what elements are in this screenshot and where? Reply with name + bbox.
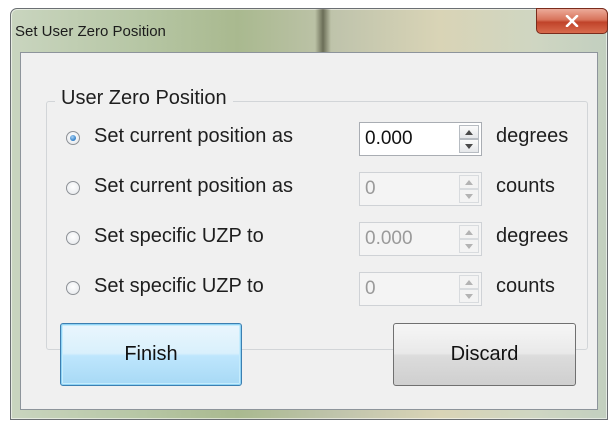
spinbox-current-degrees[interactable]: 0.000	[359, 122, 482, 156]
chevron-up-icon	[465, 229, 473, 235]
discard-button[interactable]: Discard	[393, 323, 576, 386]
spinbox-value-current-counts[interactable]: 0	[365, 178, 376, 200]
spinbox-value-current-degrees[interactable]: 0.000	[365, 128, 413, 150]
spin-down-button[interactable]	[459, 189, 479, 203]
window-title: Set User Zero Position	[15, 23, 166, 40]
spin-up-button[interactable]	[459, 125, 479, 139]
spinbox-value-specific-degrees[interactable]: 0.000	[365, 228, 413, 250]
radio-specific-degrees[interactable]	[66, 231, 80, 245]
option-label-specific-degrees[interactable]: Set specific UZP to	[94, 225, 264, 248]
close-icon	[565, 15, 579, 27]
spin-down-button[interactable]	[459, 139, 479, 153]
chevron-down-icon	[465, 143, 473, 149]
spin-buttons	[459, 275, 479, 303]
unit-label-degrees: degrees	[496, 125, 569, 147]
finish-button[interactable]: Finish	[60, 323, 242, 386]
spin-up-button[interactable]	[459, 175, 479, 189]
chevron-up-icon	[465, 279, 473, 285]
unit-label-degrees: degrees	[496, 225, 569, 247]
chevron-down-icon	[465, 293, 473, 299]
option-label-current-counts[interactable]: Set current position as	[94, 175, 293, 198]
spin-up-button[interactable]	[459, 275, 479, 289]
chevron-down-icon	[465, 193, 473, 199]
radio-specific-counts[interactable]	[66, 281, 80, 295]
title-bar-background-shadow	[315, 9, 331, 53]
title-bar[interactable]: Set User Zero Position	[11, 8, 608, 53]
option-row-specific-counts: Set specific UZP to 0 counts	[54, 272, 594, 306]
chevron-up-icon	[465, 179, 473, 185]
spin-buttons	[459, 125, 479, 153]
option-label-specific-counts[interactable]: Set specific UZP to	[94, 275, 264, 298]
dialog-window: Set User Zero Position User Zero Positio…	[10, 8, 608, 420]
radio-current-degrees[interactable]	[66, 131, 80, 145]
chevron-up-icon	[465, 129, 473, 135]
close-button[interactable]	[536, 8, 608, 34]
spinbox-specific-degrees[interactable]: 0.000	[359, 222, 482, 256]
unit-label-counts: counts	[496, 275, 555, 297]
spin-down-button[interactable]	[459, 239, 479, 253]
option-row-specific-degrees: Set specific UZP to 0.000 degrees	[54, 222, 594, 256]
spin-up-button[interactable]	[459, 225, 479, 239]
option-label-current-degrees[interactable]: Set current position as	[94, 125, 293, 148]
spinbox-value-specific-counts[interactable]: 0	[365, 278, 376, 300]
option-row-current-degrees: Set current position as 0.000 degrees	[54, 122, 594, 156]
radio-current-counts[interactable]	[66, 181, 80, 195]
chevron-down-icon	[465, 243, 473, 249]
unit-label-counts: counts	[496, 175, 555, 197]
spin-buttons	[459, 175, 479, 203]
spin-down-button[interactable]	[459, 289, 479, 303]
dialog-client-area: User Zero Position Set current position …	[20, 52, 598, 410]
spinbox-current-counts[interactable]: 0	[359, 172, 482, 206]
groupbox-title: User Zero Position	[55, 87, 233, 110]
option-row-current-counts: Set current position as 0 counts	[54, 172, 594, 206]
spinbox-specific-counts[interactable]: 0	[359, 272, 482, 306]
spin-buttons	[459, 225, 479, 253]
